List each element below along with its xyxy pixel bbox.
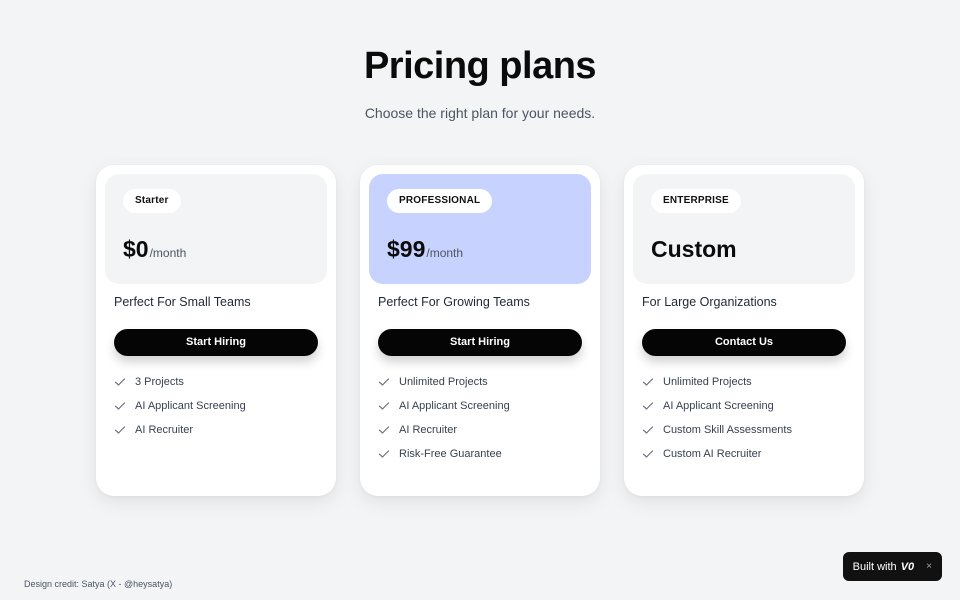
start-hiring-button[interactable]: Start Hiring bbox=[114, 329, 318, 356]
plan-price: $0 bbox=[123, 236, 149, 262]
feature-label: AI Recruiter bbox=[399, 424, 458, 436]
page-subtitle: Choose the right plan for your needs. bbox=[364, 105, 596, 121]
page-title: Pricing plans bbox=[363, 45, 597, 87]
feature-list: Unlimited Projects AI Applicant Screenin… bbox=[369, 370, 591, 466]
feature-label: Custom Skill Assessments bbox=[663, 424, 792, 436]
feature-list: Unlimited Projects AI Applicant Screenin… bbox=[633, 370, 855, 466]
check-icon bbox=[378, 448, 390, 460]
price-period: /month bbox=[426, 246, 464, 260]
feature-item: Unlimited Projects bbox=[642, 370, 855, 394]
feature-label: Custom AI Recruiter bbox=[663, 448, 762, 460]
plan-tagline: Perfect For Growing Teams bbox=[378, 295, 530, 309]
check-icon bbox=[642, 376, 654, 388]
plan-header: Starter $0 /month bbox=[105, 174, 327, 284]
feature-label: Risk-Free Guarantee bbox=[399, 448, 502, 460]
plan-header: ENTERPRISE Custom bbox=[633, 174, 855, 284]
plan-badge: ENTERPRISE bbox=[651, 189, 741, 213]
feature-item: Unlimited Projects bbox=[378, 370, 591, 394]
built-with-v0-badge[interactable]: Built with V0 × bbox=[842, 552, 942, 581]
design-credit: Design credit: Satya (X - @heysatya) bbox=[24, 579, 173, 589]
feature-item: AI Applicant Screening bbox=[114, 394, 327, 418]
feature-label: 3 Projects bbox=[135, 376, 184, 388]
feature-item: Risk-Free Guarantee bbox=[378, 442, 591, 466]
check-icon bbox=[114, 424, 126, 436]
feature-item: Custom AI Recruiter bbox=[642, 442, 855, 466]
feature-item: Custom Skill Assessments bbox=[642, 418, 855, 442]
check-icon bbox=[378, 424, 390, 436]
feature-item: AI Recruiter bbox=[114, 418, 327, 442]
built-with-label: Built with bbox=[852, 560, 897, 573]
plan-badge: Starter bbox=[123, 189, 181, 213]
plan-price: $99 bbox=[387, 236, 426, 262]
feature-label: AI Applicant Screening bbox=[135, 400, 246, 412]
feature-label: AI Recruiter bbox=[135, 424, 194, 436]
plan-header: PROFESSIONAL $99 /month bbox=[369, 174, 591, 284]
start-hiring-button[interactable]: Start Hiring bbox=[378, 329, 582, 356]
check-icon bbox=[114, 400, 126, 412]
check-icon bbox=[378, 400, 390, 412]
plan-tagline: Perfect For Small Teams bbox=[114, 295, 251, 309]
plan-card-professional: PROFESSIONAL $99 /month Perfect For Grow… bbox=[360, 165, 600, 496]
price-row: $99 /month bbox=[387, 236, 463, 263]
feature-item: AI Applicant Screening bbox=[378, 394, 591, 418]
check-icon bbox=[642, 400, 654, 412]
feature-label: Unlimited Projects bbox=[399, 376, 488, 388]
check-icon bbox=[378, 376, 390, 388]
check-icon bbox=[114, 376, 126, 388]
check-icon bbox=[642, 448, 654, 460]
page-header: Pricing plans Choose the right plan for … bbox=[0, 0, 960, 122]
feature-item: 3 Projects bbox=[114, 370, 327, 394]
feature-item: AI Recruiter bbox=[378, 418, 591, 442]
plan-card-enterprise: ENTERPRISE Custom For Large Organization… bbox=[624, 165, 864, 496]
feature-label: Unlimited Projects bbox=[663, 376, 752, 388]
plan-card-starter: Starter $0 /month Perfect For Small Team… bbox=[96, 165, 336, 496]
feature-label: AI Applicant Screening bbox=[399, 400, 510, 412]
pricing-cards: Starter $0 /month Perfect For Small Team… bbox=[96, 165, 864, 496]
feature-list: 3 Projects AI Applicant Screening AI Rec… bbox=[105, 370, 327, 442]
plan-badge: PROFESSIONAL bbox=[387, 189, 493, 213]
price-period: /month bbox=[149, 246, 187, 260]
close-icon[interactable]: × bbox=[926, 561, 932, 572]
feature-label: AI Applicant Screening bbox=[663, 400, 774, 412]
check-icon bbox=[642, 424, 654, 436]
v0-logo: V0 bbox=[900, 560, 915, 573]
price-row: $0 /month bbox=[123, 236, 186, 263]
plan-price: Custom bbox=[651, 236, 737, 262]
contact-us-button[interactable]: Contact Us bbox=[642, 329, 846, 356]
feature-item: AI Applicant Screening bbox=[642, 394, 855, 418]
price-row: Custom bbox=[651, 236, 737, 263]
plan-tagline: For Large Organizations bbox=[642, 295, 777, 309]
